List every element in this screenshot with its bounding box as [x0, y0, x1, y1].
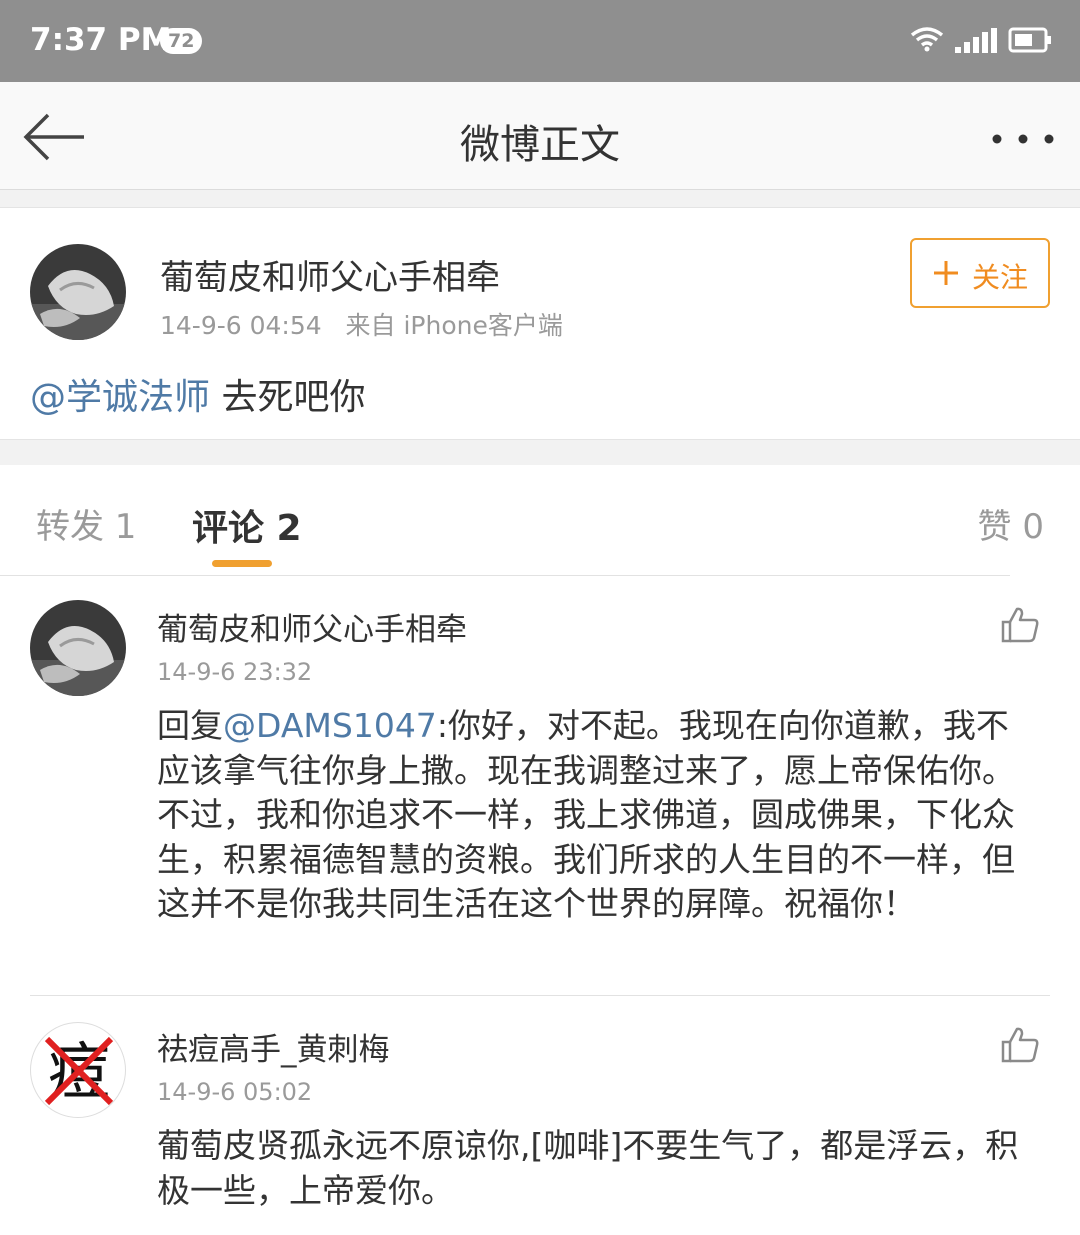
tab-like[interactable]: 赞 0	[978, 499, 1044, 548]
battery-icon	[1008, 27, 1051, 53]
comment-text: 回复@DAMS1047:你好，对不起。我现在向你道歉，我不应该拿气往你身上撒。现…	[157, 704, 1037, 927]
page-title: 微博正文	[460, 122, 620, 168]
post-meta: 14-9-6 04:54 来自 iPhone客户端	[160, 306, 563, 342]
comment-item: 葡萄皮和师父心手相牵 14-9-6 23:32 回复@DAMS1047:你好，对…	[0, 576, 1080, 996]
signal-icon	[955, 28, 997, 53]
avatar[interactable]	[30, 600, 126, 696]
avatar[interactable]: 痘	[30, 1022, 126, 1118]
post-source: 来自 iPhone客户端	[345, 311, 563, 340]
status-time: 7:37 PM	[30, 22, 172, 58]
plus-icon	[932, 256, 960, 290]
comment-author[interactable]: 葡萄皮和师父心手相牵	[157, 604, 467, 649]
notification-badge: 72	[160, 28, 203, 54]
comment-item: 痘 祛痘高手_黄刺梅 14-9-6 05:02 葡萄皮贤孤永远不原谅你,[咖啡]…	[0, 996, 1080, 1235]
wifi-icon	[910, 27, 944, 52]
post-card: 葡萄皮和师父心手相牵 14-9-6 04:54 来自 iPhone客户端 关注 …	[0, 208, 1080, 439]
thumbs-up-icon[interactable]	[1000, 1026, 1040, 1064]
avatar[interactable]	[30, 244, 126, 340]
post-author[interactable]: 葡萄皮和师父心手相牵	[160, 250, 500, 299]
comment-author[interactable]: 祛痘高手_黄刺梅	[157, 1024, 390, 1069]
follow-button[interactable]: 关注	[910, 238, 1050, 308]
section-divider	[0, 190, 1080, 208]
post-text: 去死吧你	[210, 377, 366, 418]
thumbs-up-icon[interactable]	[1000, 606, 1040, 644]
comment-time: 14-9-6 05:02	[157, 1078, 313, 1106]
tab-repost[interactable]: 转发 1	[36, 499, 136, 548]
mention-link[interactable]: @学诚法师	[30, 377, 210, 418]
post-body: @学诚法师 去死吧你	[30, 368, 365, 420]
tab-bar: 转发 1 评论 2 赞 0	[0, 465, 1080, 575]
nav-bar: 微博正文	[0, 82, 1080, 190]
mention-link[interactable]: @DAMS1047	[223, 706, 437, 745]
reply-prefix: 回复	[157, 706, 223, 745]
tab-active-indicator	[212, 560, 272, 567]
more-icon[interactable]	[990, 132, 1056, 146]
follow-label: 关注	[972, 261, 1029, 294]
tab-comment[interactable]: 评论 2	[192, 499, 302, 551]
status-bar: 7:37 PM 72	[0, 0, 1080, 82]
section-divider	[0, 439, 1080, 465]
comment-text: 葡萄皮贤孤永远不原谅你,[咖啡]不要生气了，都是浮云，积极一些，上帝爱你。	[157, 1126, 1019, 1210]
comment-time: 14-9-6 23:32	[157, 658, 313, 686]
post-time: 14-9-6 04:54	[160, 311, 322, 340]
